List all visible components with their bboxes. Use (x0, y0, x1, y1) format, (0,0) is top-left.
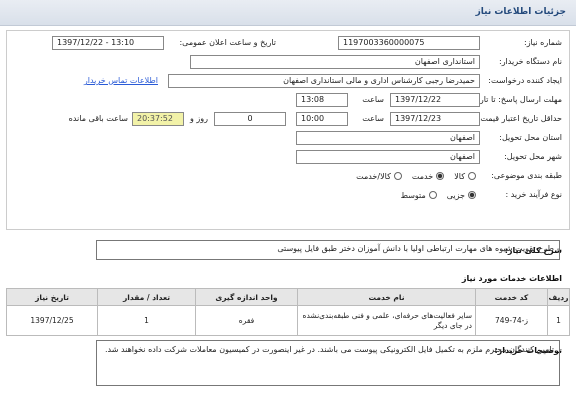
buyer-org-label: نام دستگاه خریدار: (499, 57, 562, 66)
reply-date-field[interactable]: 1397/12/22 (390, 93, 480, 107)
col-name-header: نام خدمت (297, 288, 476, 306)
delivery-city-field[interactable]: اصفهان (296, 150, 480, 164)
col-unit-header: واحد اندازه گیری (195, 288, 298, 306)
delivery-province-field[interactable]: اصفهان (296, 131, 480, 145)
col-date-header: تاریخ نیاز (6, 288, 98, 306)
radio-minor[interactable] (468, 191, 476, 199)
validity-time-label: ساعت (362, 114, 384, 123)
reply-time-field[interactable]: 13:08 (296, 93, 348, 107)
services-section-title: اطلاعات خدمات مورد نیاز (461, 274, 562, 283)
announce-label: تاریخ و ساعت اعلان عمومی: (179, 38, 276, 47)
day-and-label: روز و (190, 114, 208, 123)
reply-deadline-label: مهلت ارسال پاسخ: تا تاریخ: (469, 95, 562, 104)
cell-date: 1397/12/25 (6, 305, 98, 336)
description-box: طرح تقویت شیوه های مهارت ارتباطی اولیا ب… (96, 240, 560, 260)
cell-name: سایر فعالیت‌های حرفه‌ای، علمی و فنی طبقه… (297, 305, 476, 336)
table-row: 1 ز-74-749 سایر فعالیت‌های حرفه‌ای، علمی… (6, 305, 570, 336)
cell-row: 1 (547, 305, 570, 336)
services-header-row: ردیف کد خدمت نام خدمت واحد اندازه گیری ت… (6, 288, 570, 306)
process-label: نوع فرآیند خرید : (505, 190, 562, 199)
validity-date-field[interactable]: 1397/12/23 (390, 112, 480, 126)
process-option-minor[interactable]: جزیی (447, 191, 476, 200)
radio-goods-service[interactable] (393, 172, 402, 180)
cell-code: ز-74-749 (475, 305, 548, 336)
col-qty-header: تعداد / مقدار (97, 288, 196, 306)
need-number-field[interactable]: 1197003360000075 (338, 36, 480, 50)
process-option-label: متوسط (400, 190, 426, 200)
category-option-label: خدمت (411, 171, 434, 181)
category-option-goods[interactable]: کالا (454, 172, 476, 181)
remaining-time-field: 20:37:52 (132, 112, 184, 126)
cell-qty: 1 (97, 305, 196, 336)
page-title: جزئیات اطلاعات نیاز (475, 7, 566, 17)
radio-medium[interactable] (428, 191, 437, 199)
creator-label: ایجاد کننده درخواست: (488, 76, 562, 85)
creator-field[interactable]: حمیدرضا رجبی کارشناس اداری و مالی استاند… (168, 74, 480, 88)
services-table: ردیف کد خدمت نام خدمت واحد اندازه گیری ت… (6, 288, 570, 336)
process-option-label: جزیی (446, 190, 465, 200)
days-count-field[interactable]: 0 (214, 112, 286, 126)
reply-time-label: ساعت (362, 95, 384, 104)
category-label: طبقه بندی موضوعی: (491, 171, 562, 180)
category-option-label: کالا (454, 171, 465, 181)
announce-field[interactable]: 1397/12/22 - 13:10 (52, 36, 164, 50)
category-radio-group: کالا خدمت کالا/خدمت (276, 170, 476, 182)
category-option-service[interactable]: خدمت (411, 171, 445, 181)
col-code-header: کد خدمت (475, 288, 548, 306)
remaining-label: ساعت باقی مانده (68, 114, 128, 123)
buyer-notes-box: تامین کنندگان محترم ملزم به تکمیل فایل ا… (96, 340, 560, 386)
delivery-city-label: شهر محل تحویل: (504, 152, 562, 161)
buyer-org-field[interactable]: استانداری اصفهان (190, 55, 480, 69)
cell-unit: فقره (195, 305, 298, 336)
validity-time-field[interactable]: 10:00 (296, 112, 348, 126)
delivery-province-label: استان محل تحویل: (499, 133, 562, 142)
buyer-contact-link[interactable]: اطلاعات تماس خریدار (84, 76, 158, 85)
col-row-header: ردیف (547, 288, 570, 306)
radio-goods[interactable] (468, 172, 476, 180)
need-number-label: شماره نیاز: (524, 38, 562, 47)
process-option-medium[interactable]: متوسط (401, 191, 437, 200)
category-option-goods-service[interactable]: کالا/خدمت (356, 172, 402, 181)
radio-service[interactable] (436, 172, 445, 180)
category-option-label: کالا/خدمت (356, 171, 391, 181)
process-radio-group: جزیی متوسط (276, 189, 476, 201)
